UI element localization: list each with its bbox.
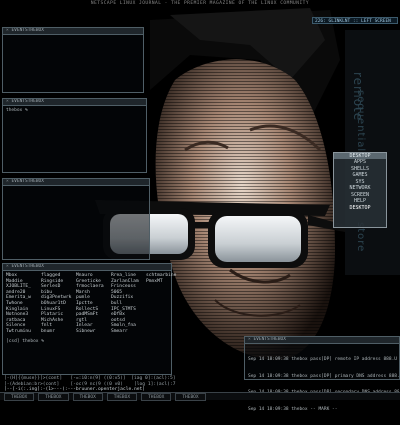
terminal-prompt[interactable]: [csd] thebox % — [3, 337, 171, 347]
list-item: Inlear — [76, 323, 93, 329]
terminal-window-log[interactable]: × EVENTSTHEBOX Sep 14 18:09:38 thebox pa… — [244, 336, 400, 412]
list-item: fnlt — [41, 323, 53, 329]
listing-column-2: flagged Ringside SerlesD bibu dig3Pnetwr… — [41, 273, 74, 335]
list-item: Mnauro — [76, 273, 93, 278]
close-icon[interactable]: × — [6, 28, 9, 33]
close-icon[interactable]: × — [6, 179, 9, 184]
taskbar: THEBOX THEBOX THEBOX THEBOX THEBOX THEBO… — [0, 392, 400, 401]
close-icon[interactable]: × — [6, 264, 9, 269]
listing-column-1: Mbox Maddie XJOBLITE_ andre20 Emerita_w … — [6, 273, 39, 335]
list-item: Ringside — [41, 278, 64, 284]
list-item: Mbox — [6, 273, 18, 278]
list-item: bull — [111, 300, 123, 306]
close-icon[interactable]: × — [248, 337, 251, 342]
list-item: XJOBLITE_ — [6, 284, 31, 290]
list-item: eDfBx — [111, 312, 125, 318]
terminal-titlebar[interactable]: × EVENTSTHEBOX — [245, 337, 399, 344]
list-item: LinuxFS — [41, 306, 61, 312]
listing-column-3: Mnauro Greeticke frmoclaera Marsh pumle … — [76, 273, 109, 335]
list-item: Silence — [6, 323, 26, 329]
terminal-window-mid[interactable]: × EVENTSTHEBOX thebox % — [2, 98, 147, 173]
list-item: Duzzifix — [111, 295, 134, 301]
terminal-title: EVENTSTHEBOX — [11, 99, 44, 104]
list-item: Sibnewr — [76, 328, 96, 334]
list-item: Frinceoss — [111, 284, 136, 290]
list-item: bOhuar1tD — [41, 300, 66, 306]
list-item: SerlesD — [41, 284, 61, 290]
list-item: ZarlanClam — [111, 278, 139, 284]
terminal-title: EVENTSTHEBOX — [11, 179, 44, 184]
terminal-prompt[interactable]: thebox % — [3, 106, 146, 116]
status-line-1: [-(H]{{muse}}[>(cont] [-=:i0:n(9] ((0:v5… — [4, 376, 176, 381]
listing-column-5: schtmarbine PmnxMT — [146, 273, 179, 335]
list-item: MichAshe — [41, 317, 64, 323]
list-item: Smearr — [111, 328, 128, 334]
terminal-window-lower[interactable]: × EVENTSTHEBOX — [2, 178, 150, 260]
list-item: IPC_STMTS — [111, 306, 136, 312]
screen-status-indicator: 226: GLINKLNT :: LEFT SCREEN — [312, 17, 398, 24]
terminal-titlebar[interactable]: × EVENTSTHEBOX — [3, 264, 171, 271]
list-item: RollectS — [76, 306, 99, 312]
list-item: Greeticke — [76, 278, 101, 284]
log-line: Sep 14 18:09:38 thebox pass[DP] remote I… — [248, 357, 398, 362]
list-item: padMSmFt — [76, 312, 99, 318]
terminal-title: EVENTSTHEBOX — [11, 28, 44, 33]
log-line: Sep 14 18:09:38 thebox -- MARK -- — [248, 406, 338, 412]
list-item: Maddie — [6, 278, 23, 284]
top-banner: NETSCAPE LINUX JOURNAL - THE PREMIER MAG… — [90, 1, 310, 6]
list-item: rgtl — [76, 317, 88, 323]
terminal-window-top[interactable]: × EVENTSTHEBOX — [2, 27, 144, 93]
list-item: Emerita_w — [6, 295, 31, 301]
listing-column-4: Rrea_line ZarlanClam Frinceoss 5065 Duzz… — [111, 273, 144, 335]
system-log: Sep 14 18:09:38 thebox pass[DP] remote I… — [245, 344, 399, 425]
list-item: Rrea_line — [111, 273, 136, 278]
terminal-titlebar[interactable]: × EVENTSTHEBOX — [3, 28, 143, 35]
list-item: Smoln_fna — [111, 323, 136, 329]
list-item: schtmarbine — [146, 273, 177, 278]
directory-listing: Mbox Maddie XJOBLITE_ andre20 Emerita_w … — [3, 271, 176, 337]
list-item: pumle — [76, 295, 90, 301]
list-item: flagged — [41, 273, 61, 278]
list-item: Ipctte — [76, 300, 93, 306]
list-item: dig3Pnetwrk — [41, 295, 72, 301]
list-item: bnumr — [41, 328, 55, 334]
list-item: frmoclaera — [76, 284, 104, 290]
list-item: Notnone3 — [6, 312, 29, 318]
list-item: PmnxMT — [146, 278, 163, 284]
list-item: Kinglain — [6, 306, 29, 312]
terminal-titlebar[interactable]: × EVENTSTHEBOX — [3, 179, 149, 186]
menu-item-desktop[interactable]: DESKTOP — [334, 205, 386, 212]
desktop-menu[interactable]: DESKTOP APPS SHELLS GAMES SYS NETWORK SC… — [333, 152, 387, 228]
list-item: Twtruminu — [6, 328, 31, 334]
close-icon[interactable]: × — [6, 99, 9, 104]
terminal-titlebar[interactable]: × EVENTSTHEBOX — [3, 99, 146, 106]
log-line: Sep 14 18:09:38 thebox pass[DP] primary … — [248, 373, 399, 379]
list-item: ratbaca — [6, 317, 26, 323]
list-item: Twhone — [6, 300, 23, 306]
terminal-title: EVENTSTHEBOX — [11, 264, 44, 269]
terminal-window-listing[interactable]: × EVENTSTHEBOX Mbox Maddie XJOBLITE_ and… — [2, 263, 176, 375]
list-item: ootsd — [111, 317, 125, 323]
list-item: Plataric — [41, 312, 64, 318]
terminal-title: EVENTSTHEBOX — [253, 337, 286, 342]
